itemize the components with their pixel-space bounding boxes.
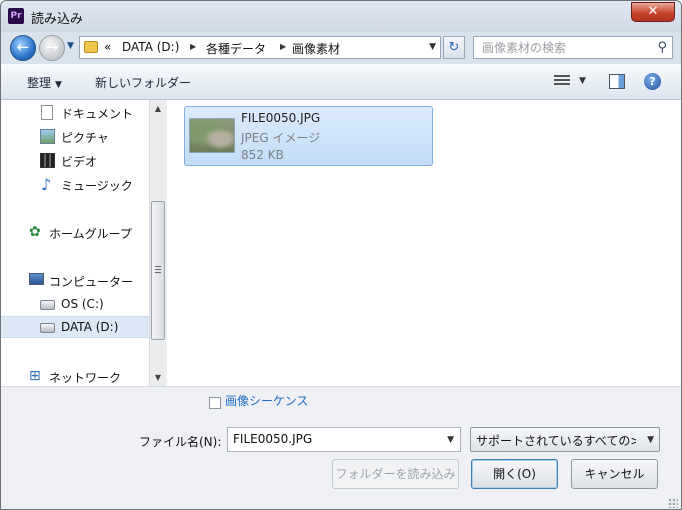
refresh-button[interactable]: ↻ (443, 36, 465, 59)
drive-icon (40, 300, 55, 310)
nav-label: ミュージック (61, 179, 133, 193)
search-icon[interactable]: ⚲ (657, 40, 667, 55)
close-icon: ✕ (647, 4, 659, 19)
bottom-panel: 画像シーケンス ファイル名(N): FILE0050.JPG ▼ サポートされて… (1, 386, 681, 509)
scroll-down-icon[interactable]: ▼ (150, 369, 166, 386)
nav-scrollbar[interactable]: ▲ ▼ (149, 100, 166, 386)
nav-item-music[interactable]: ♪ ミュージック (1, 174, 149, 196)
music-icon: ♪ (41, 175, 52, 194)
image-sequence-label[interactable]: 画像シーケンス (225, 392, 308, 409)
nav-label: ドキュメント (61, 107, 134, 121)
new-folder-button[interactable]: 新しいフォルダー (95, 74, 191, 91)
resize-grip-icon[interactable] (668, 498, 678, 508)
view-options-icon[interactable] (554, 75, 570, 88)
chevron-right-icon[interactable]: ▶ (190, 42, 196, 51)
cancel-button[interactable]: キャンセル (571, 459, 658, 489)
computer-icon (29, 273, 44, 285)
chevron-down-icon[interactable]: ▼ (579, 76, 586, 86)
navigation-pane: ドキュメント ピクチャ ビデオ ♪ ミュージック ✿ ホームグループ コンピュー… (1, 100, 149, 386)
nav-label: DATA (D:) (61, 320, 119, 334)
search-input[interactable] (474, 37, 650, 58)
breadcrumb-drive[interactable]: DATA (D:) (122, 40, 179, 54)
video-icon (40, 153, 55, 168)
file-type: JPEG イメージ (241, 131, 321, 145)
folder-icon (84, 41, 98, 53)
file-item[interactable]: FILE0050.JPG JPEG イメージ 852 KB (184, 106, 433, 166)
address-bar[interactable]: « DATA (D:) ▶ 各種データ ▶ 画像素材 ▼ (79, 36, 441, 59)
filename-label: ファイル名(N): (139, 435, 222, 449)
scroll-thumb[interactable] (151, 201, 165, 340)
file-size: 852 KB (241, 148, 284, 162)
nav-item-drive-d[interactable]: DATA (D:) (1, 316, 149, 338)
refresh-icon: ↻ (448, 40, 460, 55)
filetype-value: サポートされているすべての> (476, 434, 636, 448)
nav-label: ピクチャ (61, 131, 109, 145)
drive-icon (40, 323, 55, 333)
nav-item-documents[interactable]: ドキュメント (1, 102, 149, 124)
address-row: ← → ▼ « DATA (D:) ▶ 各種データ ▶ 画像素材 ▼ ↻ ⚲ (1, 32, 681, 64)
nav-item-network[interactable]: ⊞ ネットワーク (1, 366, 149, 388)
back-arrow-icon: ← (16, 38, 30, 56)
file-name: FILE0050.JPG (241, 111, 321, 125)
filetype-select[interactable]: サポートされているすべての> ▼ (470, 427, 660, 452)
grip-icon (155, 266, 161, 275)
organize-label: 整理 (27, 76, 52, 90)
command-bar: 整理 ▼ 新しいフォルダー ▼ ? (1, 64, 681, 100)
nav-label: OS (C:) (61, 297, 104, 311)
breadcrumb-folder[interactable]: 各種データ (206, 40, 266, 57)
nav-label: ホームグループ (49, 227, 132, 241)
file-list: FILE0050.JPG JPEG イメージ 852 KB (167, 100, 681, 386)
window-title: 読み込み (31, 12, 84, 27)
breadcrumb-current[interactable]: 画像素材 (292, 40, 340, 57)
filename-field[interactable]: FILE0050.JPG ▼ (227, 427, 461, 452)
chevron-right-icon[interactable]: ▶ (280, 42, 286, 51)
nav-label: ネットワーク (49, 371, 122, 385)
import-dialog: Pr 読み込み ✕ ← → ▼ « DATA (D:) ▶ 各種データ ▶ 画像… (0, 0, 682, 510)
help-icon[interactable]: ? (644, 73, 661, 90)
network-icon: ⊞ (29, 368, 41, 384)
nav-label: コンピューター (49, 275, 134, 289)
organize-button[interactable]: 整理 ▼ (27, 74, 62, 91)
document-icon (41, 105, 53, 120)
open-button[interactable]: 開く(O) (471, 459, 558, 489)
pictures-icon (40, 129, 55, 144)
nav-item-computer[interactable]: コンピューター (1, 270, 149, 292)
forward-arrow-icon: → (45, 38, 59, 56)
premiere-app-icon: Pr (8, 8, 24, 24)
nav-label: ビデオ (61, 155, 98, 169)
nav-item-homegroup[interactable]: ✿ ホームグループ (1, 222, 149, 244)
back-button[interactable]: ← (10, 35, 36, 61)
image-thumbnail (189, 118, 235, 153)
import-folder-button[interactable]: フォルダーを読み込み (332, 459, 459, 489)
preview-pane-icon[interactable] (609, 74, 625, 89)
filename-value: FILE0050.JPG (233, 432, 313, 446)
forward-button[interactable]: → (39, 35, 65, 61)
close-button[interactable]: ✕ (631, 2, 675, 22)
breadcrumb-overflow[interactable]: « (104, 40, 111, 54)
nav-item-videos[interactable]: ビデオ (1, 150, 149, 172)
scroll-up-icon[interactable]: ▲ (150, 100, 166, 117)
nav-item-drive-c[interactable]: OS (C:) (1, 294, 149, 316)
chevron-down-icon[interactable]: ▼ (447, 435, 454, 445)
search-box: ⚲ (473, 36, 673, 59)
chevron-down-icon: ▼ (647, 435, 654, 445)
recent-pages-dropdown[interactable]: ▼ (67, 41, 74, 51)
homegroup-icon: ✿ (29, 224, 41, 240)
nav-item-pictures[interactable]: ピクチャ (1, 126, 149, 148)
title-bar[interactable]: Pr 読み込み ✕ (1, 1, 681, 32)
image-sequence-checkbox[interactable] (209, 397, 221, 409)
chevron-down-icon[interactable]: ▼ (429, 42, 436, 52)
chevron-down-icon: ▼ (55, 80, 62, 90)
